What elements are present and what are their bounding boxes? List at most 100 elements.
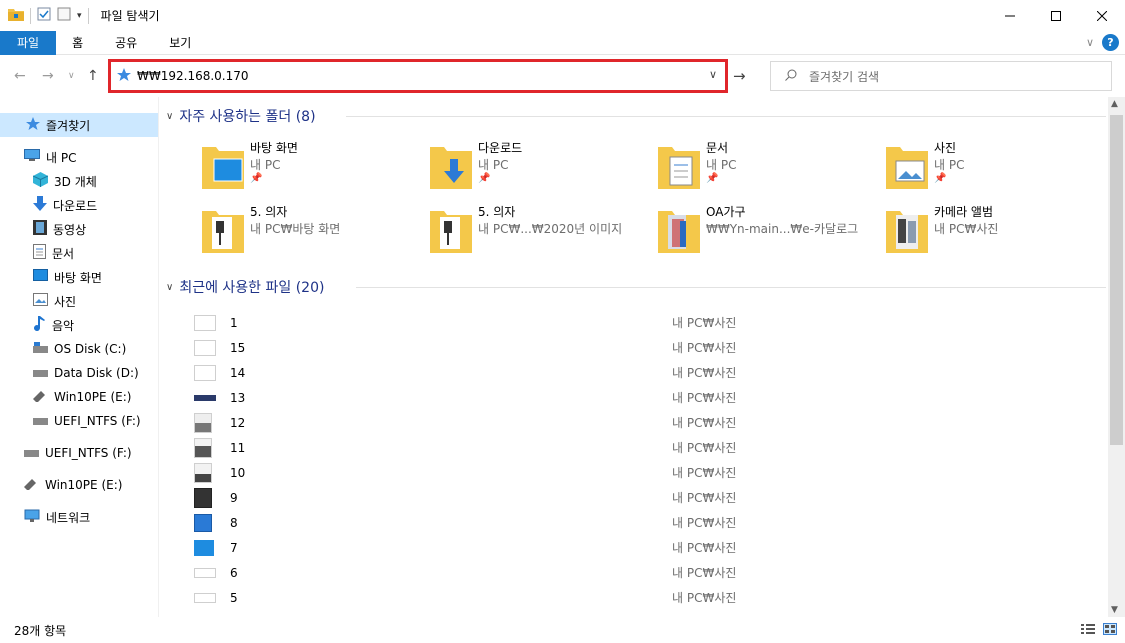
folder-location: 내 PC₩바탕 화면: [250, 222, 341, 236]
help-icon[interactable]: ?: [1102, 34, 1119, 51]
sidebar-item-label: 사진: [54, 294, 77, 309]
properties-icon[interactable]: [37, 7, 51, 24]
image-thumbnail-icon: [194, 513, 212, 532]
sidebar-item-3d-objects[interactable]: 3D 개체: [32, 169, 97, 193]
image-thumbnail-icon: [194, 462, 212, 483]
details-view-icon[interactable]: [1081, 623, 1095, 638]
customize-toolbar-icon[interactable]: ▾: [77, 11, 82, 21]
drive-icon: [33, 414, 48, 428]
tab-file[interactable]: 파일: [0, 30, 57, 55]
sidebar-item-desktop[interactable]: 바탕 화면: [33, 265, 102, 289]
tab-share[interactable]: 공유: [99, 31, 153, 55]
image-thumbnail-icon: [194, 394, 216, 401]
chevron-down-icon: ∨: [166, 281, 174, 293]
pin-icon: 📌: [934, 173, 947, 184]
scroll-up-icon[interactable]: ▲: [1111, 99, 1118, 109]
quick-access-toolbar: ▾ 파일 탐색기: [0, 0, 160, 31]
list-item[interactable]: 9 내 PC₩사진: [194, 485, 1074, 510]
folder-tile[interactable]: 문서 내 PC 📌: [656, 139, 884, 195]
go-arrow-icon[interactable]: →: [733, 67, 746, 85]
sidebar-item-os-disk[interactable]: OS Disk (C:): [33, 337, 126, 361]
folder-tile[interactable]: 카메라 앨범 내 PC₩사진: [884, 203, 1108, 259]
folder-location: 내 PC: [934, 158, 965, 172]
folder-tile[interactable]: 5. 의자 내 PC₩바탕 화면: [200, 203, 428, 259]
recent-files-header[interactable]: ∨ 최근에 사용한 파일 (20): [166, 276, 1106, 298]
sidebar-item-quick-access[interactable]: 즐겨찾기: [0, 113, 158, 137]
sidebar-item-downloads[interactable]: 다운로드: [33, 193, 97, 217]
folder-icon: [8, 7, 24, 24]
sidebar-item-this-pc[interactable]: 내 PC: [24, 145, 76, 169]
folder-tile[interactable]: 사진 내 PC 📌: [884, 139, 1108, 195]
sidebar-item-win10pe[interactable]: Win10PE (E:): [33, 385, 131, 409]
file-name: 6: [230, 565, 238, 580]
sidebar-item-pictures[interactable]: 사진: [33, 289, 76, 313]
list-item[interactable]: 1 내 PC₩사진: [194, 310, 1074, 335]
file-location: 내 PC₩사진: [672, 391, 737, 405]
status-bar: 28개 항목: [0, 617, 1125, 643]
folder-name: 5. 의자: [250, 205, 288, 219]
list-item[interactable]: 11 내 PC₩사진: [194, 435, 1074, 460]
list-item[interactable]: 6 내 PC₩사진: [194, 560, 1074, 585]
chevron-down-icon[interactable]: ∨: [709, 68, 717, 81]
folder-icon: [200, 205, 246, 255]
folder-tile[interactable]: 다운로드 내 PC 📌: [428, 139, 656, 195]
scroll-down-icon[interactable]: ▼: [1111, 605, 1118, 615]
folder-tile[interactable]: 바탕 화면 내 PC 📌: [200, 139, 428, 195]
sidebar-item-music[interactable]: 음악: [33, 313, 74, 337]
sidebar-item-documents[interactable]: 문서: [33, 241, 74, 265]
file-name: 5: [230, 590, 238, 605]
maximize-button[interactable]: [1033, 0, 1079, 31]
up-arrow-icon[interactable]: ↑: [87, 68, 99, 84]
sidebar-item-uefi-ntfs[interactable]: UEFI_NTFS (F:): [33, 409, 141, 433]
drive-icon: [33, 342, 48, 356]
sidebar-item-label: Win10PE (E:): [45, 478, 123, 492]
minimize-button[interactable]: [987, 0, 1033, 31]
list-item[interactable]: 12 내 PC₩사진: [194, 410, 1074, 435]
sidebar-item-label: UEFI_NTFS (F:): [54, 414, 141, 428]
search-input[interactable]: 즐겨찾기 검색: [770, 61, 1112, 91]
sidebar-item-uefi-ntfs-root[interactable]: UEFI_NTFS (F:): [24, 441, 132, 465]
close-button[interactable]: [1079, 0, 1125, 31]
list-item[interactable]: 13 내 PC₩사진: [194, 385, 1074, 410]
frequent-folders-header[interactable]: ∨ 자주 사용하는 폴더 (8): [166, 105, 1106, 127]
sidebar-item-win10pe-root[interactable]: Win10PE (E:): [24, 473, 122, 497]
address-bar[interactable]: ₩₩192.168.0.170 ∨: [108, 59, 728, 93]
recent-locations-icon[interactable]: ∨: [68, 71, 75, 81]
ribbon-right-controls: ∨ ?: [1086, 34, 1119, 51]
forward-arrow-icon[interactable]: →: [42, 68, 54, 84]
file-location: 내 PC₩사진: [672, 541, 737, 555]
folder-location: 내 PC: [478, 158, 509, 172]
file-name: 9: [230, 490, 238, 505]
list-item[interactable]: 10 내 PC₩사진: [194, 460, 1074, 485]
folder-name: 다운로드: [478, 141, 523, 155]
sidebar-item-label: Data Disk (D:): [54, 366, 139, 380]
list-item[interactable]: 5 내 PC₩사진: [194, 585, 1074, 610]
sidebar-item-data-disk[interactable]: Data Disk (D:): [33, 361, 139, 385]
sidebar-item-label: 동영상: [53, 222, 87, 237]
folder-tile[interactable]: OA가구 ₩₩Yn-main...₩e-카달로그: [656, 203, 884, 259]
star-icon: [26, 116, 40, 134]
sidebar-item-network[interactable]: 네트워크: [24, 505, 90, 529]
back-arrow-icon[interactable]: ←: [14, 68, 26, 84]
tab-view[interactable]: 보기: [153, 31, 207, 55]
list-item[interactable]: 15 내 PC₩사진: [194, 335, 1074, 360]
list-item[interactable]: 14 내 PC₩사진: [194, 360, 1074, 385]
list-item[interactable]: 8 내 PC₩사진: [194, 510, 1074, 535]
list-item[interactable]: 7 내 PC₩사진: [194, 535, 1074, 560]
folder-tile[interactable]: 5. 의자 내 PC₩...₩2020년 이미지: [428, 203, 656, 259]
file-location: 내 PC₩사진: [672, 516, 737, 530]
pin-icon: 📌: [250, 173, 263, 184]
scrollbar-thumb[interactable]: [1110, 115, 1123, 445]
network-icon: [24, 509, 40, 526]
navigation-bar: ← → ∨ ↑ ₩₩192.168.0.170 ∨ → 즐겨찾기 검색: [0, 55, 1125, 97]
file-name: 14: [230, 365, 246, 380]
sidebar-item-videos[interactable]: 동영상: [33, 217, 86, 241]
download-icon: [33, 196, 47, 214]
drive-icon: [33, 366, 48, 380]
sidebar-item-label: 내 PC: [46, 150, 77, 165]
vertical-scrollbar[interactable]: ▲ ▼: [1108, 97, 1125, 617]
tab-home[interactable]: 홈: [56, 31, 99, 55]
new-folder-icon[interactable]: [57, 7, 71, 24]
large-icons-view-icon[interactable]: [1103, 623, 1117, 638]
expand-ribbon-icon[interactable]: ∨: [1086, 36, 1094, 49]
